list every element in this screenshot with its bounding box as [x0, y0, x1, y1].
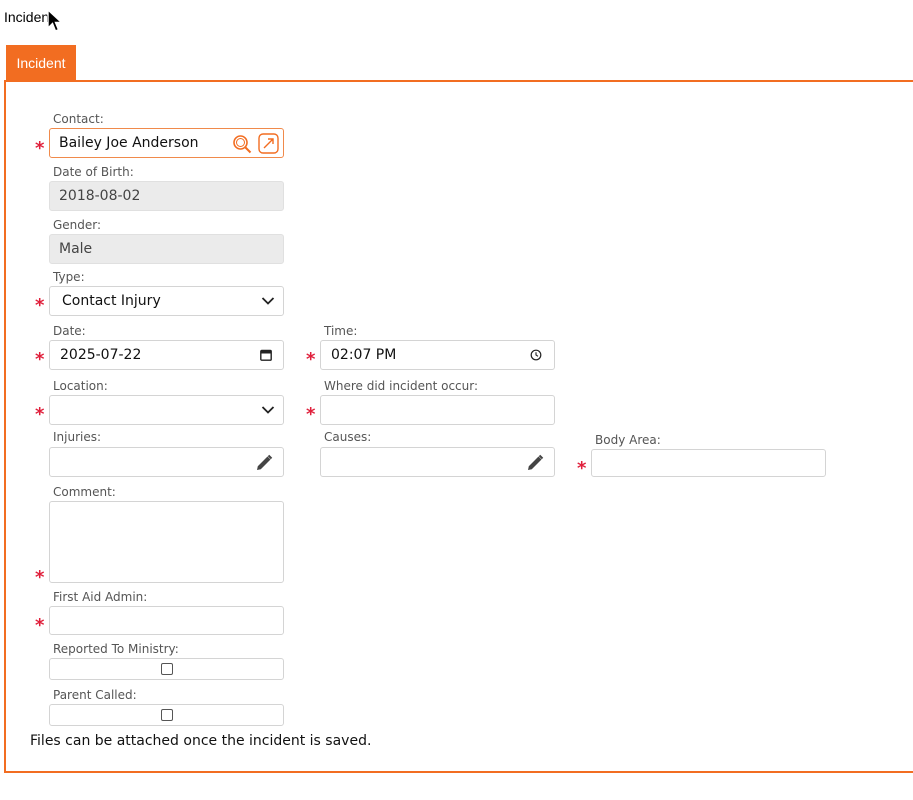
first-aid-label: First Aid Admin: [53, 590, 148, 604]
parent-called-field [49, 704, 284, 726]
injuries-label: Injuries: [53, 430, 102, 444]
time-input[interactable]: 02:07 PM [320, 340, 555, 370]
first-aid-input[interactable] [49, 606, 284, 635]
gender-value: Male [59, 241, 93, 257]
required-marker: * [306, 404, 316, 425]
where-input[interactable] [320, 395, 555, 425]
parent-called-checkbox[interactable] [160, 709, 173, 721]
required-marker: * [35, 404, 45, 425]
search-icon[interactable] [231, 133, 253, 155]
pencil-icon[interactable] [254, 453, 274, 473]
attachment-note: Files can be attached once the incident … [30, 733, 372, 749]
reported-label: Reported To Ministry: [53, 642, 179, 656]
gender-label: Gender: [53, 218, 102, 232]
pencil-icon[interactable] [525, 453, 545, 473]
contact-value: Bailey Joe Anderson [59, 135, 199, 151]
parent-called-label: Parent Called: [53, 688, 137, 702]
reported-checkbox[interactable] [160, 663, 173, 675]
injuries-field[interactable] [49, 447, 284, 477]
body-area-label: Body Area: [595, 433, 661, 447]
time-value: 02:07 PM [331, 347, 397, 363]
contact-label: Contact: [53, 112, 104, 126]
required-marker: * [35, 138, 45, 159]
comment-textarea[interactable] [49, 501, 284, 583]
calendar-icon[interactable] [260, 349, 272, 361]
required-marker: * [577, 458, 587, 479]
reported-field [49, 658, 284, 680]
clock-icon[interactable] [530, 349, 542, 361]
tab-incident[interactable]: Incident [6, 45, 76, 81]
required-marker: * [35, 349, 45, 370]
date-value: 2025-07-22 [60, 347, 142, 363]
causes-label: Causes: [324, 430, 372, 444]
location-label: Location: [53, 379, 108, 393]
type-select[interactable]: Contact Injury [49, 286, 284, 316]
dob-field: 2018-08-02 [49, 181, 284, 211]
gender-field: Male [49, 234, 284, 264]
causes-field[interactable] [320, 447, 555, 477]
required-marker: * [35, 295, 45, 316]
required-marker: * [35, 615, 45, 636]
location-select[interactable] [49, 395, 284, 425]
open-link-icon[interactable] [257, 132, 279, 154]
body-area-input[interactable] [591, 449, 826, 477]
chevron-down-icon [261, 297, 275, 305]
dob-label: Date of Birth: [53, 165, 134, 179]
chevron-down-icon [261, 406, 275, 414]
type-label: Type: [53, 270, 85, 284]
comment-label: Comment: [53, 485, 116, 499]
time-label: Time: [324, 324, 358, 338]
required-marker: * [35, 567, 45, 588]
type-value: Contact Injury [62, 293, 161, 309]
mouse-cursor-icon [47, 8, 64, 32]
required-marker: * [306, 349, 316, 370]
date-label: Date: [53, 324, 86, 338]
dob-value: 2018-08-02 [59, 188, 141, 204]
date-input[interactable]: 2025-07-22 [49, 340, 284, 370]
where-label: Where did incident occur: [324, 379, 479, 393]
